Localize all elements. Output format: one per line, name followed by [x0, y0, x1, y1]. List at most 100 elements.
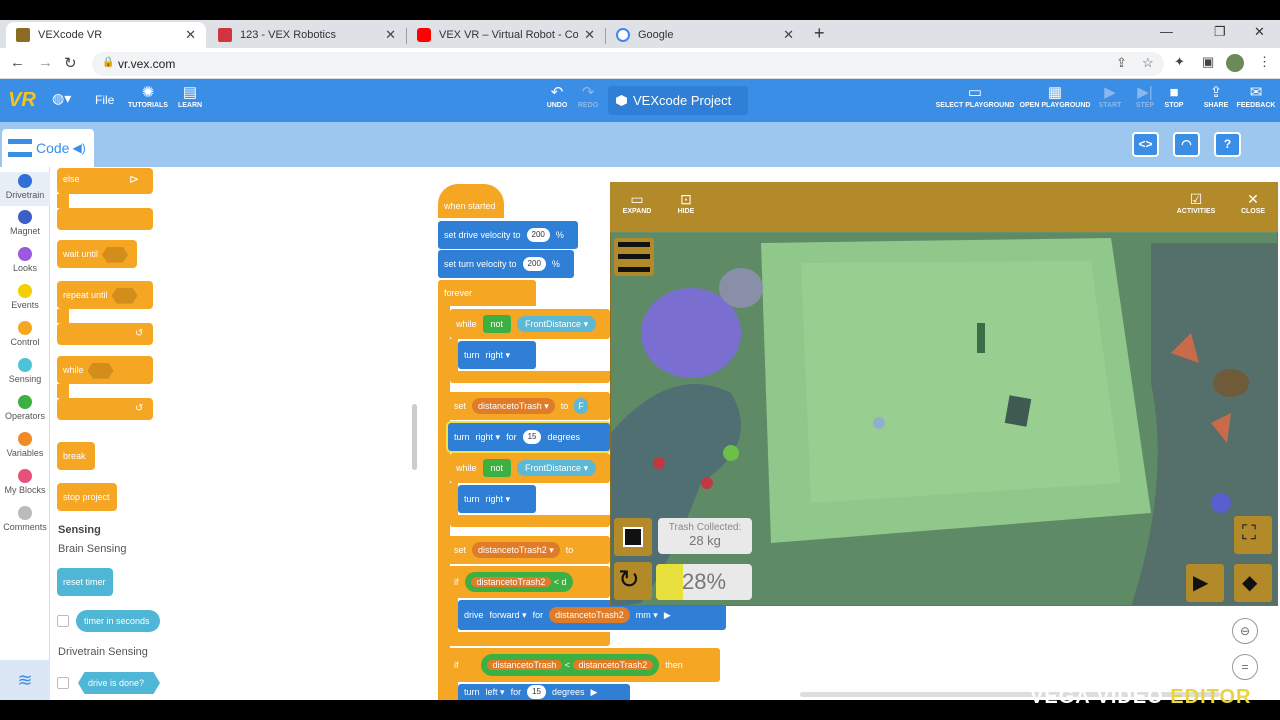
- sensor-dropdown[interactable]: FrontDistance ▾: [517, 316, 597, 332]
- dashboard-button[interactable]: ◠: [1173, 132, 1200, 157]
- category-operators[interactable]: Operators: [0, 395, 50, 421]
- flyout-scrollbar[interactable]: [412, 404, 417, 470]
- extensions-button[interactable]: ≋: [0, 660, 50, 700]
- minimize-icon[interactable]: —: [1160, 24, 1173, 39]
- expand-button[interactable]: ▭ EXPAND: [620, 190, 654, 215]
- reset-timer-block[interactable]: reset timer: [57, 568, 113, 596]
- reset-button[interactable]: ↻: [614, 562, 652, 600]
- forever-block[interactable]: forever: [438, 280, 536, 306]
- tab-google[interactable]: Google ✕: [606, 22, 804, 48]
- turn-right-block-2[interactable]: turn right ▾: [458, 485, 536, 513]
- set-variable-block-1[interactable]: set distancetoTrash ▾ to F: [448, 392, 610, 420]
- value-input[interactable]: 200: [522, 257, 546, 271]
- set-turn-velocity-block[interactable]: set turn velocity to 200%: [438, 250, 574, 278]
- tab-vexcode-vr[interactable]: VEXcode VR ✕: [6, 22, 206, 48]
- variable-reporter[interactable]: distancetoTrash2: [572, 660, 654, 670]
- drive-done-checkbox[interactable]: [57, 677, 69, 689]
- sensor-reporter[interactable]: F: [574, 398, 588, 414]
- extensions-icon[interactable]: ✦: [1174, 54, 1185, 70]
- direction-dropdown[interactable]: right ▾: [486, 350, 511, 361]
- break-block[interactable]: break: [57, 442, 95, 470]
- bookmark-star-icon[interactable]: ☆: [1142, 55, 1154, 71]
- menu-kebab-icon[interactable]: ⋮: [1258, 54, 1271, 70]
- avatar[interactable]: [1226, 54, 1244, 72]
- distance-reporter[interactable]: distancetoTrash2: [549, 607, 630, 623]
- side-panel-icon[interactable]: ▣: [1202, 54, 1214, 70]
- category-control[interactable]: Control: [0, 321, 50, 347]
- overhead-camera-button[interactable]: ◆: [1234, 564, 1272, 602]
- timer-in-seconds-block[interactable]: timer in seconds: [76, 610, 160, 632]
- share-button[interactable]: ⇪ SHARE: [1196, 84, 1236, 109]
- turn-right-block-1[interactable]: turn right ▾: [458, 341, 536, 369]
- drive-direction-dropdown[interactable]: forward ▾: [490, 610, 527, 621]
- stop-project-block[interactable]: stop project: [57, 483, 117, 511]
- select-playground-button[interactable]: ▭ SELECT PLAYGROUND: [935, 84, 1015, 109]
- new-tab-icon[interactable]: +: [814, 23, 825, 44]
- open-playground-button[interactable]: ▦ OPEN PLAYGROUND: [1017, 84, 1093, 109]
- tab-vex-robotics[interactable]: 123 - VEX Robotics ✕: [208, 22, 406, 48]
- hide-button[interactable]: ⊡ HIDE: [672, 190, 700, 215]
- value-input[interactable]: 200: [526, 228, 550, 242]
- turn-left-for-block[interactable]: turn left ▾ for 15 degrees ▶: [458, 684, 630, 700]
- playground-menu-button[interactable]: [614, 238, 654, 276]
- category-my-blocks[interactable]: My Blocks: [0, 469, 50, 495]
- turn-for-degrees-block[interactable]: turn right ▾ for 15 degrees: [448, 423, 610, 451]
- tab-vex-vr-video[interactable]: VEX VR – Virtual Robot - Coral Re ✕: [407, 22, 605, 48]
- not-operator[interactable]: not: [482, 459, 512, 477]
- close-window-icon[interactable]: ✕: [1254, 24, 1265, 40]
- while-block[interactable]: while: [57, 356, 153, 384]
- unit-dropdown[interactable]: mm ▾: [636, 610, 658, 621]
- close-tab-icon[interactable]: ✕: [783, 27, 794, 43]
- close-tab-icon[interactable]: ✕: [385, 27, 396, 43]
- stop-button[interactable]: ■ STOP: [1154, 84, 1194, 109]
- share-page-icon[interactable]: ⇪: [1116, 55, 1127, 71]
- while-block-2[interactable]: while not FrontDistance ▾: [450, 453, 610, 483]
- follow-camera-button[interactable]: ▶: [1186, 564, 1224, 602]
- category-variables[interactable]: Variables: [0, 432, 50, 458]
- timer-checkbox[interactable]: [57, 615, 69, 627]
- set-drive-velocity-block[interactable]: set drive velocity to 200%: [438, 221, 578, 249]
- reload-icon[interactable]: ↻: [64, 54, 77, 72]
- drive-is-done-block[interactable]: drive is done?: [78, 672, 160, 694]
- close-button[interactable]: ✕ CLOSE: [1236, 190, 1270, 215]
- help-button[interactable]: ?: [1214, 132, 1241, 157]
- project-name-field[interactable]: VEXcode Project: [608, 86, 748, 115]
- category-comments[interactable]: Comments: [0, 506, 50, 532]
- variable-reporter[interactable]: distancetoTrash: [486, 660, 563, 670]
- set-variable-block-2[interactable]: set distancetoTrash2 ▾ to: [448, 536, 610, 564]
- repeat-until-block[interactable]: repeat until: [57, 281, 153, 309]
- close-tab-icon[interactable]: ✕: [584, 27, 595, 43]
- sensor-dropdown[interactable]: FrontDistance ▾: [517, 460, 597, 476]
- direction-dropdown[interactable]: right ▾: [486, 494, 511, 505]
- zoom-out-button[interactable]: ⊖: [1232, 618, 1258, 644]
- restore-icon[interactable]: ❐: [1214, 24, 1226, 40]
- less-than-operator[interactable]: distancetoTrash < distancetoTrash2: [480, 654, 660, 676]
- if-block-1[interactable]: if distancetoTrash2 < d: [448, 566, 610, 598]
- less-than-operator[interactable]: distancetoTrash2 < d: [464, 572, 573, 592]
- back-icon[interactable]: ←: [10, 54, 25, 71]
- variable-reporter[interactable]: distancetoTrash2: [470, 577, 552, 587]
- category-sensing[interactable]: Sensing: [0, 358, 50, 384]
- robot-camera-button[interactable]: ⛶: [1234, 516, 1272, 554]
- variable-dropdown[interactable]: distancetoTrash ▾: [472, 398, 555, 414]
- direction-dropdown[interactable]: left ▾: [486, 687, 505, 698]
- if-block-2[interactable]: if distancetoTrash < distancetoTrash2 then: [448, 648, 720, 682]
- code-viewer-button[interactable]: <>: [1132, 132, 1159, 157]
- degrees-input[interactable]: 15: [522, 430, 542, 444]
- variable-dropdown[interactable]: distancetoTrash2 ▾: [472, 542, 560, 558]
- camera-toggle-button[interactable]: [614, 518, 652, 556]
- language-globe-icon[interactable]: ◍▾: [52, 90, 71, 107]
- category-events[interactable]: Events: [0, 284, 50, 310]
- speaker-icon[interactable]: ◀): [72, 141, 85, 155]
- direction-dropdown[interactable]: right ▾: [476, 432, 501, 443]
- file-menu[interactable]: File: [95, 93, 114, 107]
- if-else-block[interactable]: else ⊳: [57, 168, 153, 194]
- close-tab-icon[interactable]: ✕: [185, 27, 196, 43]
- category-drivetrain[interactable]: Drivetrain: [0, 172, 50, 206]
- category-looks[interactable]: Looks: [0, 247, 50, 273]
- wait-until-block[interactable]: wait until: [57, 240, 137, 268]
- not-operator[interactable]: not: [482, 315, 512, 333]
- learn-button[interactable]: ▤ LEARN: [160, 84, 220, 109]
- start-button[interactable]: ▶ START: [1090, 84, 1130, 109]
- forward-icon[interactable]: →: [38, 54, 53, 71]
